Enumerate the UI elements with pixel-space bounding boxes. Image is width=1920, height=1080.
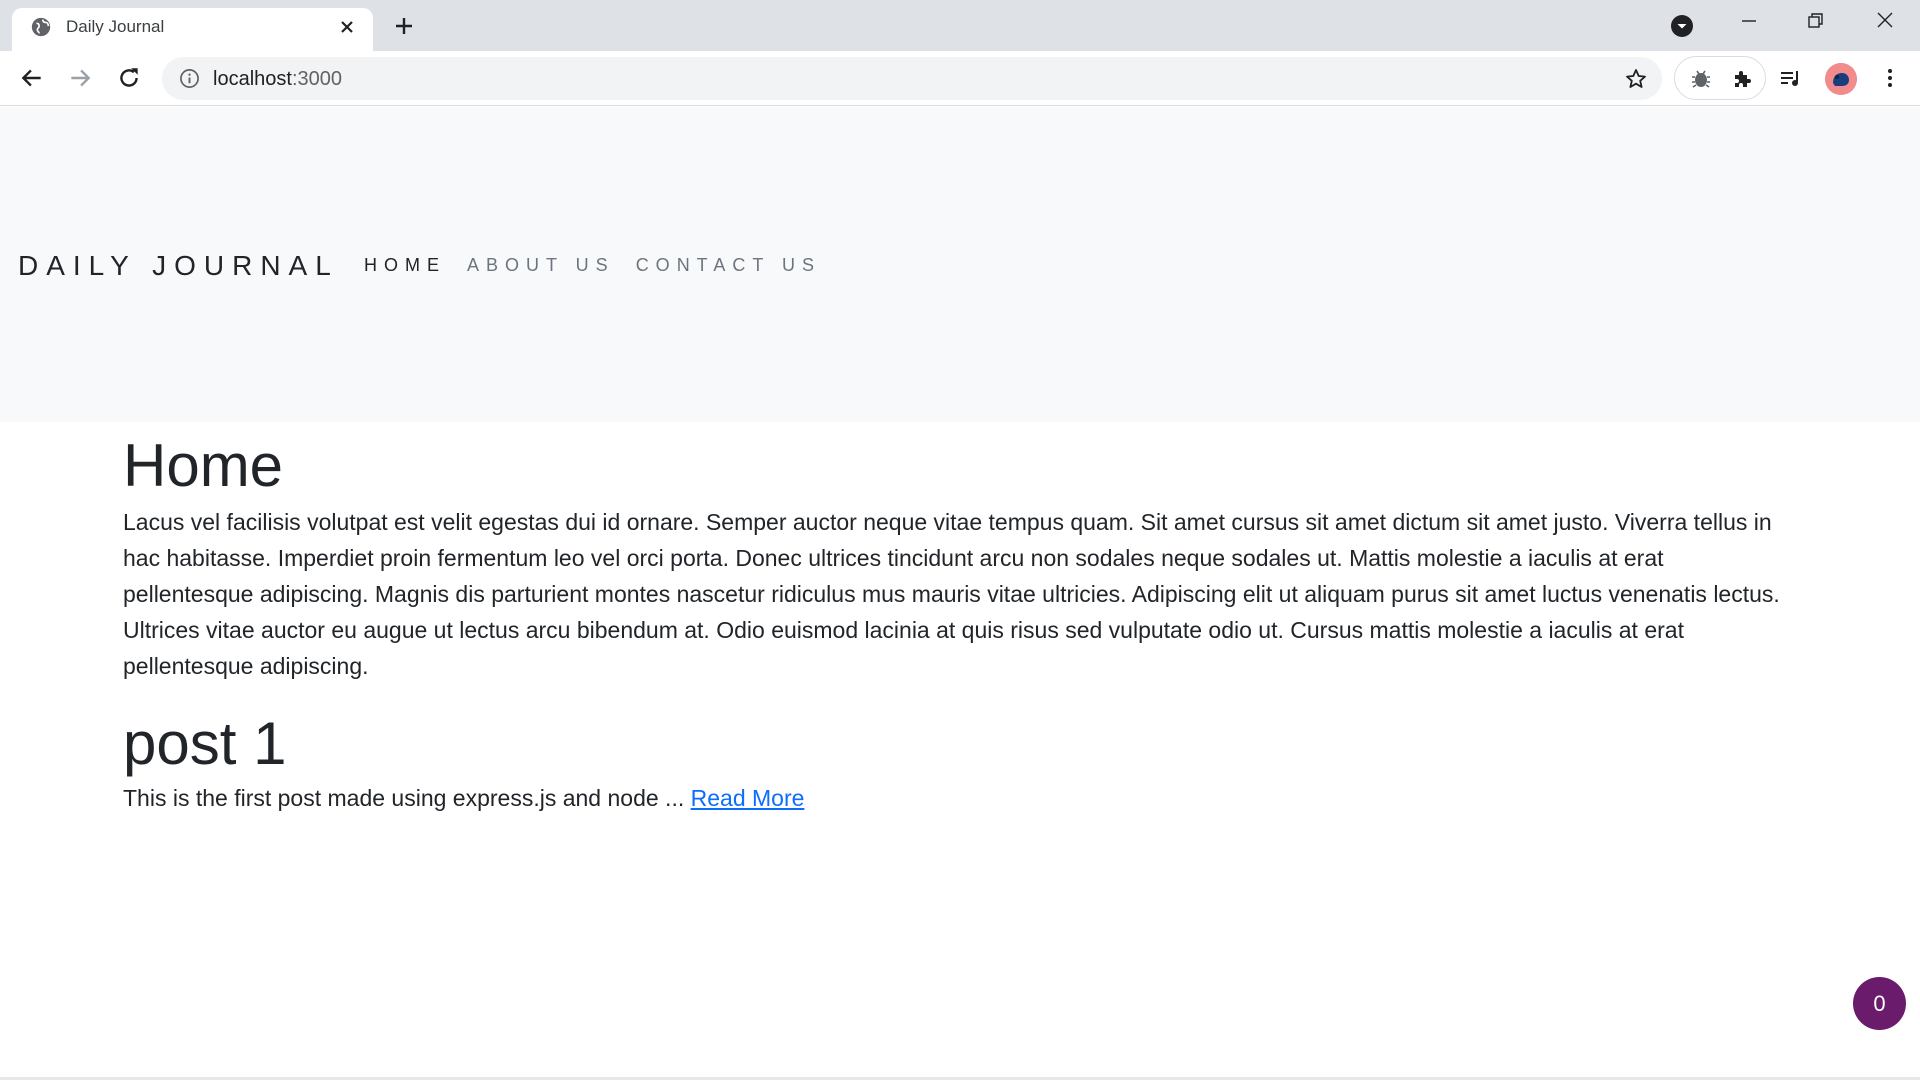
browser-toolbar: localhost:3000 [0, 51, 1920, 106]
notification-badge[interactable]: 0 [1853, 977, 1906, 1030]
brand-logo[interactable]: DAILY JOURNAL [18, 249, 339, 283]
tab-search-icon[interactable] [1671, 15, 1693, 37]
post-title: post 1 [123, 710, 287, 777]
url-host: localhost [213, 68, 292, 90]
globe-icon [31, 17, 51, 37]
close-icon[interactable] [337, 17, 357, 37]
tab-title: Daily Journal [66, 17, 165, 36]
more-icon[interactable] [1878, 66, 1902, 90]
extensions-group [1674, 56, 1766, 100]
url-text[interactable]: localhost:3000 [213, 67, 342, 91]
page-viewport: DAILY JOURNAL HOME ABOUT US CONTACT US H… [0, 107, 1920, 1080]
nav-links: HOME ABOUT US CONTACT US [364, 253, 842, 277]
minimize-icon[interactable] [1740, 10, 1758, 28]
restore-icon[interactable] [1807, 12, 1825, 30]
post-card: post 1 This is the first post made using… [123, 708, 1783, 816]
forward-icon[interactable] [67, 65, 93, 91]
avatar[interactable] [1825, 63, 1857, 95]
url-port: :3000 [291, 68, 342, 90]
tab-strip: Daily Journal [0, 0, 1920, 51]
address-bar[interactable]: localhost:3000 [162, 57, 1662, 100]
nav-link-contact[interactable]: CONTACT US [636, 253, 821, 277]
post-excerpt: This is the first post made using expres… [123, 780, 1783, 816]
intro-paragraph: Lacus vel facilisis volutpat est velit e… [123, 509, 1780, 679]
page-title: Home [123, 432, 284, 499]
navbar: DAILY JOURNAL HOME ABOUT US CONTACT US [0, 107, 1920, 422]
star-icon[interactable] [1624, 67, 1648, 91]
info-icon[interactable] [179, 68, 200, 89]
nav-link-about[interactable]: ABOUT US [467, 253, 615, 277]
plus-icon[interactable] [392, 14, 416, 38]
puzzle-icon[interactable] [1731, 67, 1755, 91]
window-close-icon[interactable] [1876, 11, 1894, 29]
profile-icon [1825, 63, 1857, 95]
main-content: Home Lacus vel facilisis volutpat est ve… [123, 422, 1783, 816]
back-icon[interactable] [19, 65, 45, 91]
nav-link-home[interactable]: HOME [364, 253, 446, 277]
post-excerpt-text: This is the first post made using expres… [123, 785, 685, 811]
read-more-link[interactable]: Read More [691, 785, 805, 811]
browser-tab[interactable]: Daily Journal [12, 8, 373, 51]
media-icon[interactable] [1778, 67, 1802, 91]
bug-icon[interactable] [1689, 67, 1713, 91]
reload-icon[interactable] [116, 65, 142, 91]
